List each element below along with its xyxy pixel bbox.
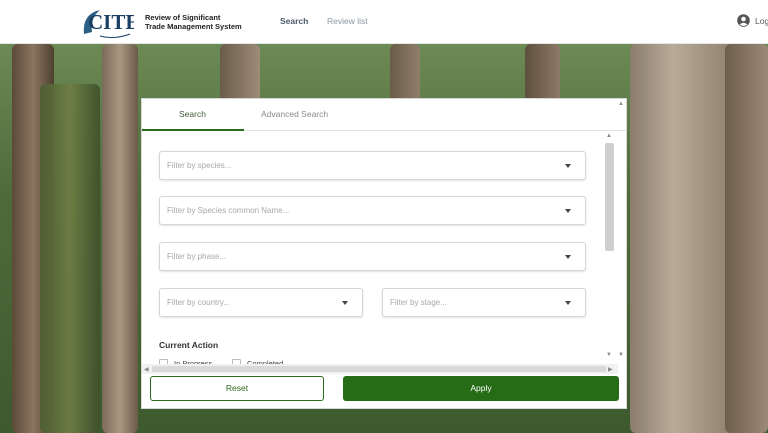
panel-scroll-up-arrow-icon[interactable]: ▲ <box>618 101 624 107</box>
login-label: Log <box>755 15 768 26</box>
search-panel: Search Advanced Search Filter by species… <box>141 98 627 409</box>
common-name-filter-placeholder: Filter by Species common Name... <box>167 206 290 215</box>
brand-title: Review of Significant Trade Management S… <box>145 13 245 31</box>
tree-trunk <box>220 44 260 104</box>
country-filter-select[interactable]: Filter by country... <box>159 288 363 317</box>
scrollbar-thumb[interactable] <box>152 366 606 372</box>
species-filter-placeholder: Filter by species... <box>167 161 232 170</box>
scrollbar-thumb[interactable] <box>605 143 614 251</box>
scroll-up-arrow-icon[interactable]: ▲ <box>606 133 612 139</box>
active-tab-indicator <box>142 129 244 131</box>
chevron-down-icon <box>565 164 571 168</box>
nav-search-link[interactable]: Search <box>280 16 308 26</box>
phase-filter-select[interactable]: Filter by phase... <box>159 242 586 271</box>
login-button[interactable]: Log <box>737 14 768 27</box>
apply-button[interactable]: Apply <box>343 376 619 401</box>
chevron-down-icon <box>565 255 571 259</box>
vertical-scrollbar[interactable]: ▲ ▼ <box>604 133 616 361</box>
scroll-left-arrow-icon[interactable]: ◀ <box>144 366 149 373</box>
cites-logo[interactable]: CITES <box>80 4 134 40</box>
brand-line-2: Trade Management System <box>145 22 242 31</box>
tree-trunk <box>525 44 560 104</box>
panel-scroll-down-arrow-icon[interactable]: ▼ <box>618 352 624 358</box>
tree-trunk <box>390 44 420 104</box>
user-account-icon <box>737 14 750 27</box>
current-action-title: Current Action <box>159 340 219 350</box>
country-filter-placeholder: Filter by country... <box>167 298 230 307</box>
top-header: CITES Review of Significant Trade Manage… <box>0 0 768 44</box>
chevron-down-icon <box>565 209 571 213</box>
logo-letters: CITES <box>88 10 134 34</box>
horizontal-scrollbar[interactable]: ◀ ▶ <box>142 364 618 374</box>
tab-search[interactable]: Search <box>179 109 206 119</box>
tab-advanced-search[interactable]: Advanced Search <box>261 109 328 119</box>
search-tabs: Search Advanced Search <box>142 99 626 131</box>
tree-trunk <box>725 44 768 433</box>
stage-filter-select[interactable]: Filter by stage... <box>382 288 586 317</box>
brand-line-1: Review of Significant <box>145 13 221 22</box>
scroll-down-arrow-icon[interactable]: ▼ <box>606 352 612 358</box>
nav-review-list-link[interactable]: Review list <box>327 16 368 26</box>
stage-filter-placeholder: Filter by stage... <box>390 298 447 307</box>
tree-trunk <box>40 84 100 433</box>
scroll-right-arrow-icon[interactable]: ▶ <box>608 366 613 373</box>
species-filter-select[interactable]: Filter by species... <box>159 151 586 180</box>
reset-button[interactable]: Reset <box>150 376 324 401</box>
chevron-down-icon <box>565 301 571 305</box>
common-name-filter-select[interactable]: Filter by Species common Name... <box>159 196 586 225</box>
phase-filter-placeholder: Filter by phase... <box>167 252 227 261</box>
chevron-down-icon <box>342 301 348 305</box>
tree-trunk <box>102 44 138 433</box>
